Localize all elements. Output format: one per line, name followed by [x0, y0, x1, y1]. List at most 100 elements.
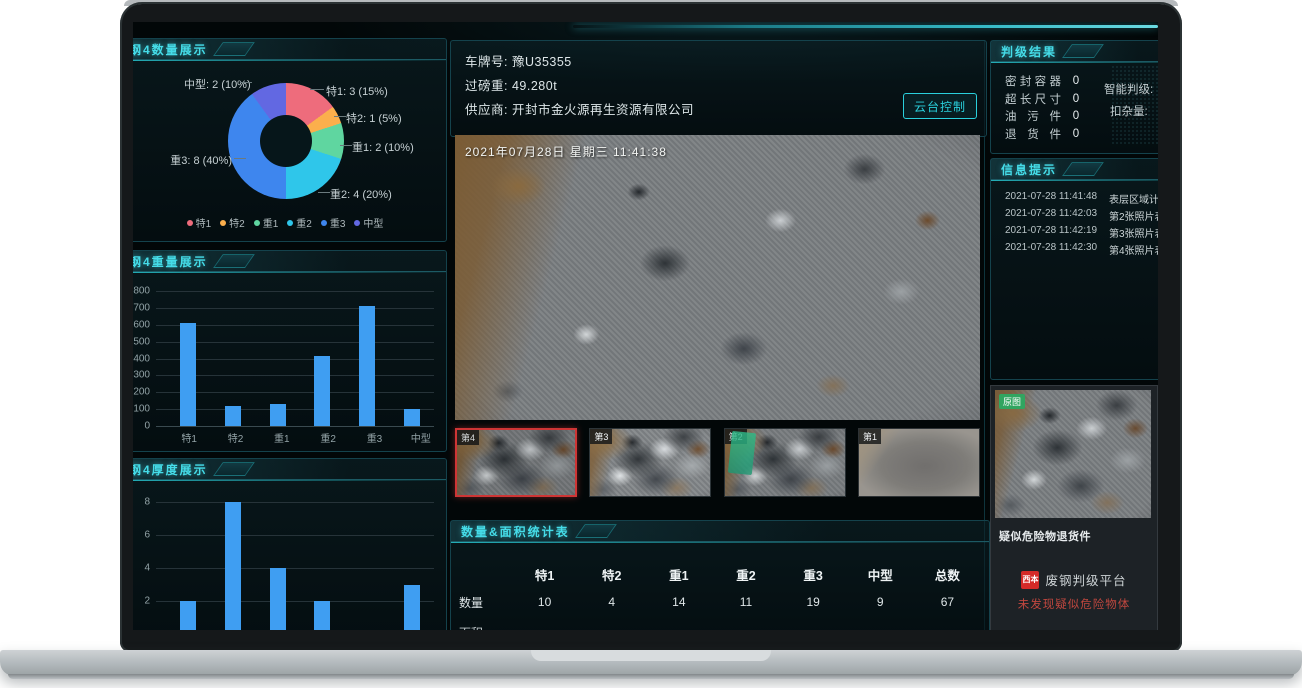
legend-item[interactable]: 中型	[354, 215, 383, 230]
ptz-control-button[interactable]: 云台控制	[903, 93, 977, 119]
platform-name: 废钢判级平台	[1045, 570, 1126, 589]
table-row: 数量104141119967	[459, 593, 981, 611]
stats-row-label: 数量	[459, 594, 511, 611]
chart-bar	[180, 601, 196, 630]
weighbridge-line: 过磅重: 49.280t	[465, 75, 557, 94]
bar-slot	[300, 601, 345, 630]
metric-value: 0	[1069, 110, 1083, 122]
metric-label: 超长尺寸	[1005, 91, 1061, 107]
category-label: 重2	[305, 430, 351, 445]
legend-marker	[254, 220, 260, 226]
thumbnail[interactable]: 第1	[858, 428, 980, 497]
y-axis-tick: 0	[144, 421, 150, 432]
metric-label: 密封容器	[1005, 73, 1061, 89]
stats-cell: 10	[511, 595, 578, 609]
chart-bar	[225, 502, 241, 630]
grading-panel-title: 判级结果	[1001, 43, 1057, 60]
weighbridge-value: 49.280t	[512, 79, 557, 93]
donut-label: 重2: 4 (20%)	[330, 186, 392, 202]
legend-item[interactable]: 重2	[287, 215, 312, 230]
legend-item[interactable]: 特2	[220, 215, 245, 230]
bars-row	[156, 291, 434, 426]
weight-panel-title: 钢4重量展示	[133, 253, 208, 270]
y-axis-tick: 700	[133, 302, 150, 313]
thickness-panel: 钢4厚度展示 2468	[133, 458, 447, 630]
legend-item[interactable]: 重1	[254, 215, 279, 230]
stats-table-title: 数量&面积统计表	[461, 523, 570, 540]
metric-label: 退货件	[1005, 126, 1061, 142]
thickness-bar-chart: 2468	[156, 489, 434, 630]
donut-label: 中型: 2 (10%)	[184, 76, 251, 92]
stats-column-header: 重1	[645, 565, 712, 584]
weight-bar-chart: 0100200300400500600700800	[156, 291, 434, 426]
plate-value: 豫U35355	[512, 55, 572, 69]
message-text: 第4张照片表层开始计算	[1109, 242, 1158, 257]
thickness-panel-title: 钢4厚度展示	[133, 461, 208, 478]
bar-slot	[389, 409, 434, 426]
y-axis-tick: 200	[133, 387, 150, 398]
bar-slot	[211, 502, 256, 630]
grading-metric-row: 油污件0	[1005, 108, 1083, 124]
chart-bar	[270, 568, 286, 630]
hazard-status-text: 未发现疑似危险物体	[991, 596, 1157, 612]
message-timestamp: 2021-07-28 11:42:30	[1005, 242, 1109, 257]
quantity-panel-header: 钢4数量展示	[133, 39, 446, 60]
legend-label: 特1	[196, 215, 212, 230]
chart-bar	[404, 409, 420, 426]
chart-bar	[225, 406, 241, 426]
main-camera-view: 2021年07月28日 星期三 11:41:38	[455, 135, 980, 420]
legend-item[interactable]: 特1	[187, 215, 212, 230]
message-row: 2021-07-28 11:41:48表层区域计算成功	[1005, 191, 1158, 206]
y-axis-tick: 6	[144, 530, 150, 541]
quantity-donut-chart	[228, 83, 344, 199]
thumbnail[interactable]: 第4	[455, 428, 577, 497]
photo-timestamp: 2021年07月28日 星期三 11:41:38	[465, 143, 667, 160]
legend-marker	[187, 220, 193, 226]
legend-marker	[287, 220, 293, 226]
donut-label: 特2: 1 (5%)	[346, 110, 402, 126]
deduction-label: 扣杂量:	[1110, 103, 1148, 119]
quantity-legend: 特1 特2 重1 重2 重3 中型	[133, 215, 446, 230]
y-axis-tick: 600	[133, 319, 150, 330]
y-axis-tick: 400	[133, 353, 150, 364]
weighbridge-label: 过磅重:	[465, 79, 508, 93]
chart-bar	[180, 323, 196, 426]
stats-column-header: 重2	[712, 565, 779, 584]
donut-label: 重3: 8 (40%)	[144, 152, 232, 168]
category-label: 特2	[212, 430, 258, 445]
bar-slot	[166, 601, 211, 630]
y-axis-tick: 2	[144, 596, 150, 607]
smart-grading-label: 智能判级:	[1104, 81, 1153, 97]
stats-table-header: 数量&面积统计表	[451, 521, 989, 542]
category-label: 重1	[259, 430, 305, 445]
grading-metric-row: 密封容器0	[1005, 73, 1083, 89]
donut-leader-line	[240, 82, 252, 83]
bar-slot	[255, 568, 300, 630]
platform-brand: 西本 废钢判级平台	[991, 570, 1157, 589]
hazard-original-image: 原图	[995, 390, 1151, 518]
chart-bar	[404, 585, 420, 630]
quantity-panel: 钢4数量展示 特1: 3 (15%)特2: 1 (5%)重1: 2 (10%)重…	[133, 38, 447, 242]
donut-leader-line	[318, 192, 330, 193]
bar-slot	[389, 585, 434, 630]
bar-slot	[166, 323, 211, 426]
message-timestamp: 2021-07-28 11:41:48	[1005, 191, 1109, 206]
thumbnail[interactable]: 第2	[724, 428, 846, 497]
panel-header-decoration	[213, 42, 255, 56]
message-text: 表层区域计算成功	[1109, 191, 1158, 206]
hazard-alert-panel: 原图 疑似危险物退货件 西本 废钢判级平台 未发现疑似危险物体	[990, 385, 1158, 630]
thumbnail[interactable]: 第3	[589, 428, 711, 497]
thumbnail-strip: 第4 第3第2第1	[455, 428, 980, 497]
legend-item[interactable]: 重3	[321, 215, 346, 230]
plate-line: 车牌号: 豫U35355	[465, 51, 572, 70]
legend-label: 重3	[330, 215, 346, 230]
thumbnail-tag: 第4	[457, 430, 479, 445]
y-axis-tick: 500	[133, 336, 150, 347]
stats-cell: 9	[847, 595, 914, 609]
category-label: 重3	[351, 430, 397, 445]
donut-leader-line	[340, 145, 352, 146]
original-image-tag: 原图	[999, 394, 1025, 409]
y-axis-tick: 800	[133, 286, 150, 297]
grading-panel-header: 判级结果	[991, 41, 1158, 62]
stats-column-header: 特2	[578, 565, 645, 584]
